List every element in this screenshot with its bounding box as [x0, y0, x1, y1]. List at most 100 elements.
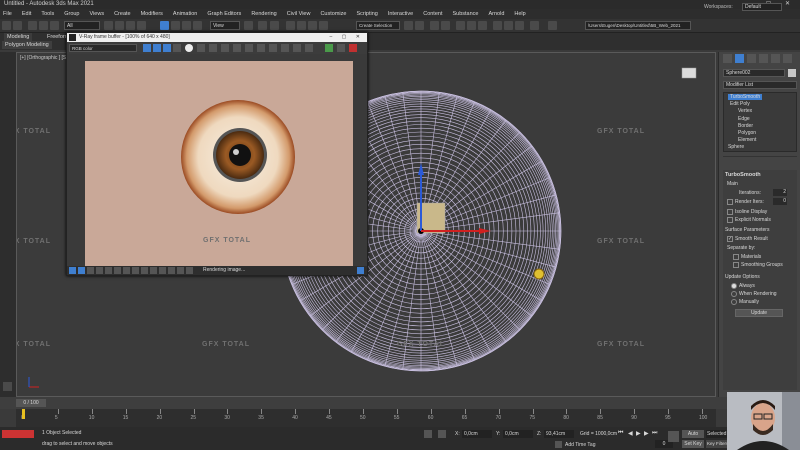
- spinner-snap-icon[interactable]: [319, 21, 328, 30]
- menu-item-civil-view[interactable]: Civil View: [287, 11, 311, 17]
- snaps-toggle-icon[interactable]: [286, 21, 295, 30]
- track-bar[interactable]: 0510152025303540455055606570758085909510…: [16, 409, 716, 427]
- menu-item-graph-editors[interactable]: Graph Editors: [207, 11, 241, 17]
- vfb-region-render-icon[interactable]: [257, 44, 265, 52]
- add-time-tag[interactable]: Add Time Tag: [565, 442, 595, 448]
- modifier-stack-item[interactable]: Sphere: [728, 144, 744, 150]
- reference-coordinate-dropdown[interactable]: View: [210, 21, 240, 30]
- menu-item-group[interactable]: Group: [64, 11, 79, 17]
- display-tab-icon[interactable]: [771, 54, 780, 63]
- select-and-scale-icon[interactable]: [182, 21, 191, 30]
- vfb-bottom-tool-icon[interactable]: [96, 267, 103, 274]
- when-rendering-radio[interactable]: [731, 291, 737, 297]
- maxscript-listener[interactable]: [2, 430, 34, 438]
- time-slider-thumb[interactable]: 0 / 100: [16, 399, 46, 407]
- vfb-window-controls[interactable]: ‒ ▢ ✕: [330, 33, 364, 42]
- vray-render-icon[interactable]: [530, 21, 539, 30]
- vfb-link-icon[interactable]: [269, 44, 277, 52]
- vray-frame-buffer-window[interactable]: V-Ray frame buffer - [100% of 640 x 480]…: [66, 32, 368, 276]
- menu-item-edit[interactable]: Edit: [22, 11, 31, 17]
- keyboard-shortcut-icon[interactable]: [270, 21, 279, 30]
- window-crossing-icon[interactable]: [137, 21, 146, 30]
- set-key-icon[interactable]: [668, 431, 679, 442]
- time-slider[interactable]: 0 / 100: [0, 397, 800, 409]
- iterations-spinner[interactable]: 2: [773, 189, 787, 196]
- vfb-blue-channel-icon[interactable]: [163, 44, 171, 52]
- modifier-stack-item[interactable]: Edge: [738, 116, 750, 122]
- vfb-mono-icon[interactable]: [185, 44, 193, 52]
- link-icon[interactable]: [28, 21, 37, 30]
- menu-item-create[interactable]: Create: [114, 11, 131, 17]
- selection-filter-dropdown[interactable]: All: [64, 21, 100, 30]
- vfb-bottom-tool-icon[interactable]: [186, 267, 193, 274]
- play-icon[interactable]: ▶: [636, 430, 641, 437]
- isoline-display-checkbox[interactable]: [727, 209, 733, 215]
- modifier-stack-item[interactable]: Polygon: [738, 130, 756, 136]
- modifier-stack-item[interactable]: Border: [738, 123, 753, 129]
- select-and-rotate-icon[interactable]: [171, 21, 180, 30]
- bind-space-warp-icon[interactable]: [50, 21, 59, 30]
- viewport-layout-icon[interactable]: [3, 382, 12, 391]
- object-color-swatch[interactable]: [788, 69, 796, 77]
- auto-key-button[interactable]: Auto: [682, 430, 704, 438]
- vfb-load-icon[interactable]: [209, 44, 217, 52]
- menu-item-interactive[interactable]: Interactive: [388, 11, 413, 17]
- select-and-move-icon[interactable]: [160, 21, 169, 30]
- set-key-button[interactable]: Set Key: [682, 440, 704, 448]
- mirror-icon[interactable]: [404, 21, 413, 30]
- menu-item-file[interactable]: File: [3, 11, 12, 17]
- menu-item-modifiers[interactable]: Modifiers: [141, 11, 163, 17]
- vfb-bottom-tool-icon[interactable]: [78, 267, 85, 274]
- vfb-clear-icon[interactable]: [221, 44, 229, 52]
- vfb-channel-dropdown[interactable]: RGB color: [69, 44, 137, 52]
- angle-snap-icon[interactable]: [297, 21, 306, 30]
- vfb-close-render-icon[interactable]: [349, 44, 357, 52]
- render-iters-checkbox[interactable]: [727, 199, 733, 205]
- vfb-history-icon[interactable]: [337, 44, 345, 52]
- select-object-icon[interactable]: [104, 21, 113, 30]
- vfb-bottom-tool-icon[interactable]: [150, 267, 157, 274]
- vfb-render-icon[interactable]: [281, 44, 289, 52]
- vfb-duplicate-icon[interactable]: [233, 44, 241, 52]
- motion-tab-icon[interactable]: [759, 54, 768, 63]
- user-icon[interactable]: [548, 21, 557, 30]
- vfb-bottom-tool-icon[interactable]: [87, 267, 94, 274]
- vfb-bottom-tool-icon[interactable]: [177, 267, 184, 274]
- lock-selection-icon[interactable]: [424, 430, 432, 438]
- menu-item-help[interactable]: Help: [514, 11, 525, 17]
- vfb-bottom-tool-icon[interactable]: [141, 267, 148, 274]
- object-name-field[interactable]: Sphere002: [723, 69, 785, 77]
- modifier-stack-item[interactable]: Element: [738, 137, 756, 143]
- vfb-bottom-tool-icon[interactable]: [114, 267, 121, 274]
- undo-icon[interactable]: [2, 21, 11, 30]
- rectangular-selection-icon[interactable]: [126, 21, 135, 30]
- next-frame-icon[interactable]: ▶: [644, 430, 649, 437]
- modifier-stack-item[interactable]: TurboSmooth: [728, 94, 763, 100]
- smooth-result-checkbox[interactable]: ✓: [727, 236, 733, 242]
- material-editor-icon[interactable]: [478, 21, 487, 30]
- vfb-bottom-tool-icon[interactable]: [123, 267, 130, 274]
- curve-editor-icon[interactable]: [456, 21, 465, 30]
- menu-item-arnold[interactable]: Arnold: [488, 11, 504, 17]
- render-production-icon[interactable]: [515, 21, 524, 30]
- key-mode-dropdown[interactable]: Selected: [706, 430, 728, 438]
- vfb-bottom-tool-icon[interactable]: [168, 267, 175, 274]
- named-selection-set-dropdown[interactable]: Create Selection Se: [356, 21, 400, 36]
- menu-item-content[interactable]: Content: [423, 11, 442, 17]
- keyframe-marker[interactable]: [22, 409, 25, 419]
- update-button[interactable]: Update: [735, 309, 783, 317]
- modify-tab-icon[interactable]: [735, 54, 744, 63]
- go-to-start-icon[interactable]: ⏮: [618, 430, 623, 437]
- vfb-colors-icon[interactable]: [305, 44, 313, 52]
- materials-checkbox[interactable]: [733, 254, 739, 260]
- explicit-normals-checkbox[interactable]: [727, 217, 733, 223]
- absolute-mode-icon[interactable]: [438, 430, 446, 438]
- menu-item-animation[interactable]: Animation: [173, 11, 197, 17]
- menu-item-rendering[interactable]: Rendering: [251, 11, 276, 17]
- placement-icon[interactable]: [193, 21, 202, 30]
- vfb-alpha-channel-icon[interactable]: [173, 44, 181, 52]
- pivot-center-icon[interactable]: [244, 21, 253, 30]
- vfb-title-bar[interactable]: V-Ray frame buffer - [100% of 640 x 480]…: [67, 33, 367, 42]
- y-coord-field[interactable]: 0,0cm: [503, 430, 533, 438]
- vfb-bottom-tool-icon[interactable]: [69, 267, 76, 274]
